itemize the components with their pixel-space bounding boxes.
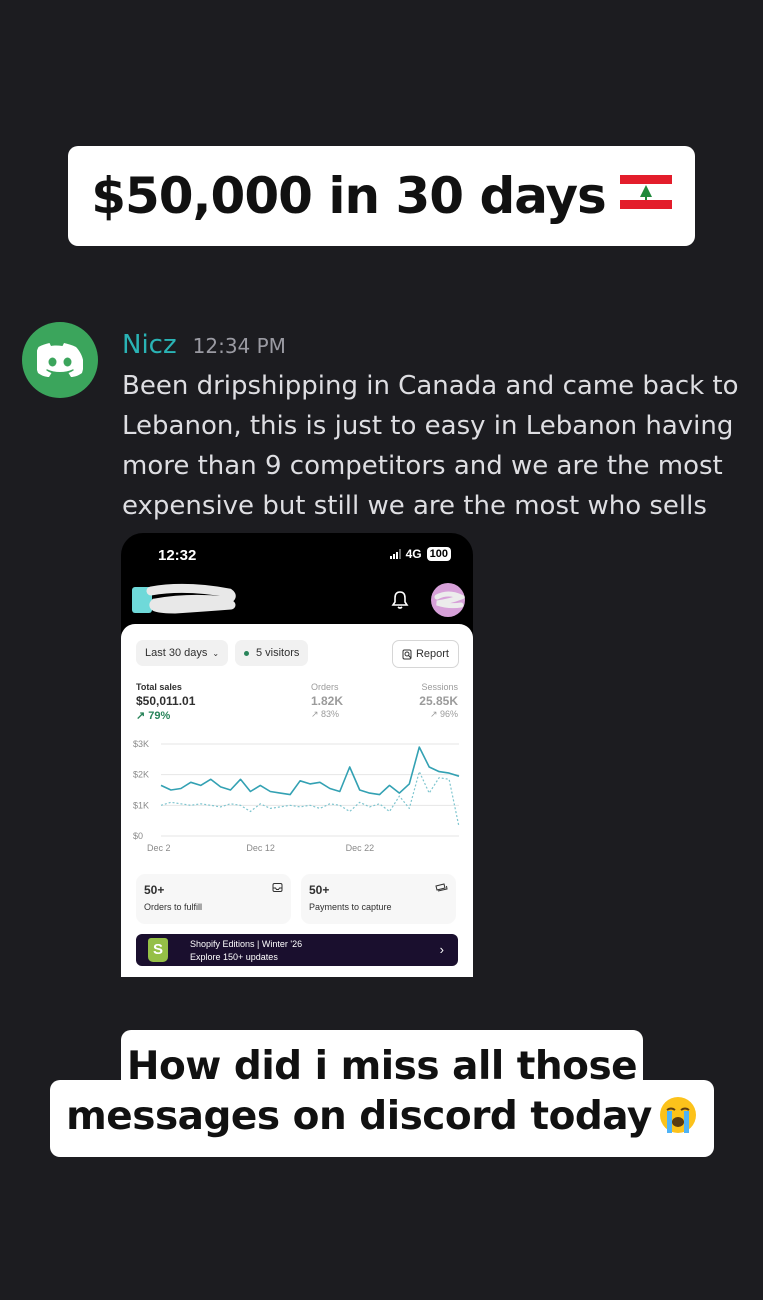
report-button[interactable]: Report [391, 640, 459, 668]
discord-logo-icon [37, 343, 83, 377]
bell-icon[interactable] [389, 589, 411, 611]
cash-icon [435, 883, 448, 892]
metric-sessions[interactable]: Sessions 25.85K ↗ 96% [419, 682, 458, 720]
metric-orders[interactable]: Orders 1.82K ↗ 83% [311, 682, 343, 720]
y-tick-label: $1K [133, 800, 149, 810]
metric-change: ↗ 79% [136, 710, 171, 722]
redacted-store-name [146, 583, 236, 614]
status-time: 12:32 [158, 547, 197, 564]
caption-line-1: How did i miss all those [126, 1044, 638, 1089]
headline-box: $50,000 in 30 days [68, 146, 695, 246]
metric-total-sales[interactable]: Total sales $50,011.01 ↗ 79% [136, 682, 195, 722]
battery-icon: 100 [426, 547, 451, 561]
metric-value: $50,011.01 [136, 694, 196, 708]
orders-to-fulfill-card[interactable]: 50+ Orders to fulfill [136, 874, 291, 924]
caption-line-2: messages on discord today [50, 1092, 714, 1142]
message-body: Been dripshipping in Canada and came bac… [122, 371, 739, 521]
report-label: Report [415, 648, 449, 660]
shopify-editions-banner[interactable]: S Shopify Editions | Winter '26 Explore … [136, 934, 458, 966]
metric-value: 25.85K [419, 694, 458, 708]
x-tick-label: Dec 12 [246, 843, 275, 853]
y-tick-label: $2K [133, 770, 149, 780]
visitors-chip[interactable]: 5 visitors [235, 640, 309, 666]
chevron-right-icon: › [439, 942, 444, 957]
avatar[interactable] [22, 322, 98, 398]
card-label: Payments to capture [309, 902, 392, 912]
metric-value: 1.82K [311, 694, 344, 708]
caption-line-2-text: messages on discord today [66, 1094, 652, 1139]
card-label: Orders to fulfill [144, 902, 203, 912]
y-tick-label: $3K [133, 739, 149, 749]
report-icon [402, 649, 412, 659]
status-indicators: 4G 100 [389, 547, 451, 561]
lebanon-flag-icon [619, 175, 672, 209]
metric-change: ↗ 96% [429, 709, 458, 719]
visitors-label: 5 visitors [256, 647, 300, 659]
date-range-label: Last 30 days [145, 647, 208, 659]
inbox-icon [272, 883, 283, 892]
metric-label: Sessions [421, 682, 458, 692]
status-bar: 12:32 4G 100 [121, 533, 473, 579]
sales-line [160, 746, 460, 796]
redacted-avatar-scribble [434, 591, 465, 609]
profile-avatar[interactable] [431, 583, 465, 617]
comparison-line [160, 770, 460, 827]
signal-icon [389, 549, 401, 559]
x-tick-label: Dec 22 [346, 843, 375, 853]
banner-subtitle: Explore 150+ updates [190, 952, 278, 962]
network-label: 4G [405, 547, 422, 561]
username[interactable]: Nicz [122, 330, 177, 360]
date-range-filter[interactable]: Last 30 days ⌄ [136, 640, 229, 666]
loudly-crying-face-icon [659, 1096, 696, 1133]
timestamp: 12:34 PM [192, 334, 286, 358]
headline-text: $50,000 in 30 days [91, 167, 607, 225]
shopify-bag-icon: S [148, 938, 168, 962]
caption: How did i miss all those messages on dis… [50, 1042, 714, 1142]
card-value: 50+ [144, 883, 165, 897]
metric-label: Orders [311, 682, 339, 692]
banner-title: Shopify Editions | Winter '26 [190, 939, 303, 949]
card-value: 50+ [309, 883, 330, 897]
metric-change: ↗ 83% [311, 709, 340, 719]
live-dot-icon [244, 650, 249, 656]
x-tick-label: Dec 2 [147, 843, 171, 853]
payments-to-capture-card[interactable]: 50+ Payments to capture [301, 874, 456, 924]
sales-chart[interactable]: $3K $2K $1K $0 Dec 2 Dec 12 Dec 22 [121, 736, 473, 866]
phone-screenshot[interactable]: 12:32 4G 100 Last 30 days ⌄ 5 visitors R… [121, 533, 473, 977]
analytics-panel: Last 30 days ⌄ 5 visitors Report Total s… [121, 624, 473, 977]
message-header: Nicz 12:34 PM [122, 330, 286, 360]
chevron-down-icon: ⌄ [212, 648, 220, 658]
y-tick-label: $0 [133, 831, 143, 841]
metric-label: Total sales [136, 682, 182, 692]
